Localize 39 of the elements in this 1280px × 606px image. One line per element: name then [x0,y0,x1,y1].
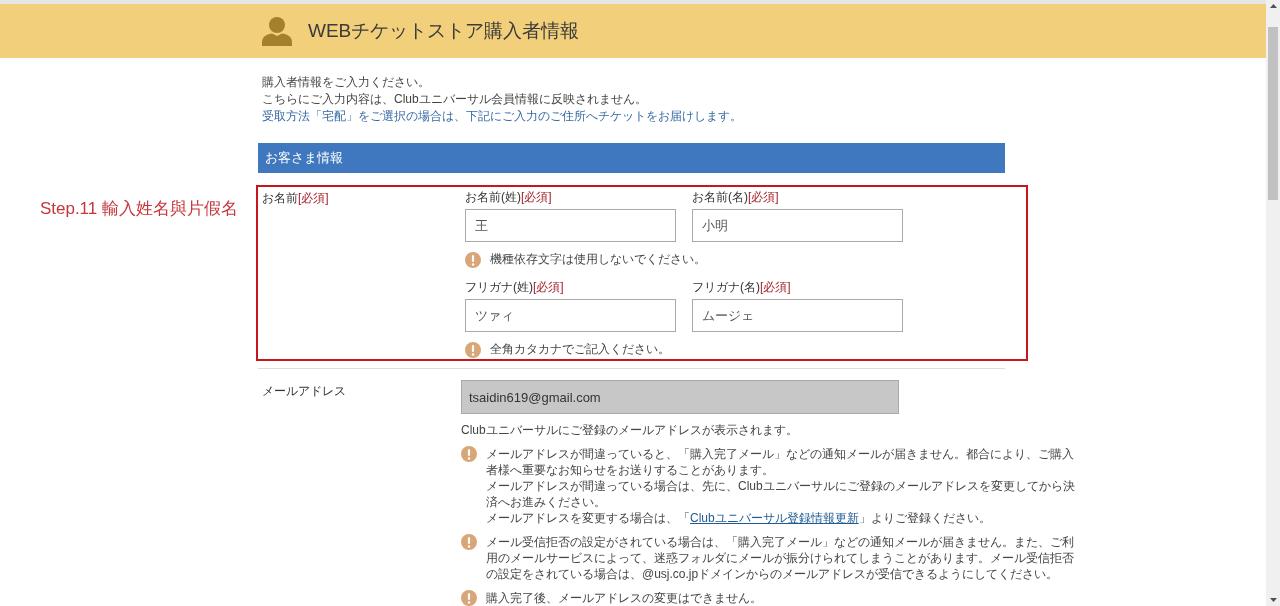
note-text: 機種依存文字は使用しないでください。 [490,251,706,268]
note-text: メールアドレスを変更する場合は、「Clubユニバーサル登録情報更新」よりご登録ください。 [486,510,991,526]
scrollbar-track[interactable] [1266,0,1280,606]
hint-text: Clubユニバーサルにご登録のメールアドレスが表示されます。 [461,422,798,439]
note-text: 全角カタカナでご記入ください。 [490,341,670,358]
field-label: お名前(姓) [465,189,521,205]
scrollbar-thumb[interactable] [1268,27,1278,200]
required-mark: [必須] [533,279,564,295]
note-text: メール受信拒否の設定がされている場合は、「購入完了メール」などの通知メールが届きません。また、ご利用のメールサービスによって、迷惑フォルダにメールが振分けられてしまうことがあります。メール受信拒否の設定をされている場合は、@usj.co.jpドメインからのメールアドレスが受信できるようにしてください。 [486,534,1075,582]
required-mark: [必須] [760,279,791,295]
person-icon [262,16,292,46]
field-label: お名前 [262,190,298,206]
section-header: お客さま情報 [258,143,1005,173]
field-label: メールアドレス [262,384,346,398]
annotation-text: Step.11 輸入姓名與片假名 [39,199,238,218]
exclamation-icon [465,251,481,268]
exclamation-icon [461,446,477,462]
field-label: フリガナ(姓) [465,279,533,295]
exclamation-icon [461,590,477,606]
required-mark: [必須] [521,189,552,205]
exclamation-icon [461,534,477,550]
field-label: お名前(名) [692,189,748,205]
text-field[interactable]: 小明 [692,209,903,242]
intro-text: 購入者情報をご入力ください。 [262,74,430,91]
required-mark: [必須] [298,190,329,206]
triangle-down-icon [1269,598,1277,602]
exclamation-icon [465,341,481,358]
note-text: メールアドレスが間違っていると、「購入完了メール」などの通知メールが届きません。都合により、ご購入者様へ重要なお知らせをお送りすることがあります。 [486,446,1075,478]
required-mark: [必須] [748,189,779,205]
text-field[interactable]: ツァィ [465,299,676,332]
intro-text: こちらにご入力内容は、Clubユニバーサル会員情報に反映されません。 [262,91,647,108]
page-title: WEBチケットストア購入者情報 [308,19,580,43]
text-field[interactable]: ムージェ [692,299,903,332]
note-text: メールアドレスが間違っている場合は、先に、Clubユニバーサルにご登録のメールアドレスを変更してから決済へお進みください。 [486,478,1076,510]
note-text: 購入完了後、メールアドレスの変更はできません。 [486,590,762,606]
text-field[interactable]: 王 [465,209,676,242]
field-label: フリガナ(名) [692,279,760,295]
intro-text: 受取方法「宅配」をご選択の場合は、下記にご入力のご住所へチケットをお届けします。 [262,108,742,125]
triangle-up-icon [1269,4,1277,8]
